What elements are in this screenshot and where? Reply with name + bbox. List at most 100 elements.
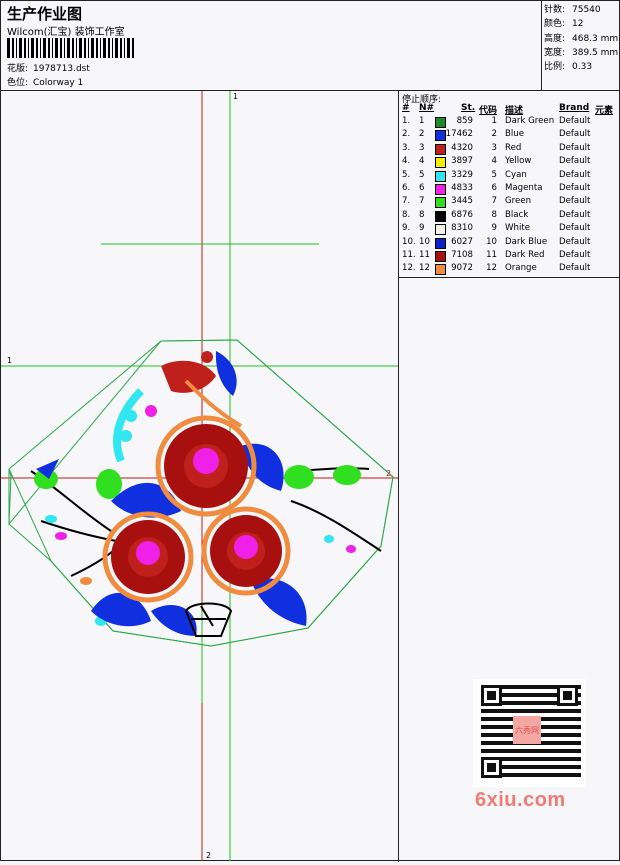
- cell-brand: Default: [559, 209, 591, 220]
- cell-code: 6: [491, 183, 497, 193]
- guide-label-top: 1: [233, 92, 238, 101]
- stat-width: 宽度: 389.5 mm: [544, 46, 618, 60]
- cell-brand: Default: [559, 169, 591, 180]
- cell-needle: 2: [419, 129, 425, 140]
- cell-brand: Default: [559, 263, 591, 274]
- color-swatch: [435, 170, 446, 182]
- stat-value: 468.3 mm: [572, 33, 619, 44]
- colorway-field: 色位: Colorway 1: [7, 75, 83, 88]
- color-swatch: [435, 264, 446, 276]
- cell-needle: 10: [419, 236, 430, 247]
- cell-stitches: 9072: [451, 263, 473, 274]
- cell-description: Dark Blue: [505, 236, 548, 247]
- color-swatch: [435, 224, 446, 236]
- flower-top: [155, 415, 257, 517]
- cell-needle: 7: [419, 196, 425, 207]
- stat-label: 比例:: [544, 62, 566, 73]
- cell-code: 4: [491, 156, 497, 167]
- stat-stitches: 针数: 75540: [544, 3, 618, 17]
- qr-code-card: 六秀网: [473, 679, 586, 787]
- table-row: 2. 2 17462 2 Blue Default: [399, 129, 620, 142]
- color-swatch: [435, 197, 446, 209]
- stat-scale: 比例: 0.33: [544, 60, 618, 74]
- design-preview: 1 1 2 2: [1, 91, 399, 862]
- cell-needle: 1: [419, 116, 425, 126]
- table-row: 6. 6 4833 6 Magenta Default: [399, 183, 620, 196]
- table-row: 8. 8 6876 8 Black Default: [399, 210, 620, 223]
- cell-brand: Default: [559, 156, 591, 167]
- table-row: 7. 7 3445 7 Green Default: [399, 196, 620, 209]
- cell-description: Dark Red: [505, 250, 545, 260]
- design-stats: 针数: 75540 颜色: 12 高度: 468.3 mm 宽度: 389.5 mm 比…: [544, 3, 618, 74]
- cell-stitches: 3329: [451, 169, 473, 180]
- stat-label: 宽度:: [544, 47, 566, 58]
- cell-stitches: 8310: [451, 223, 473, 234]
- cell-stitches: 7108: [451, 250, 473, 260]
- cell-code: 8: [491, 209, 497, 220]
- seal-text: 六秀网: [515, 725, 539, 735]
- cell-description: Blue: [505, 129, 525, 140]
- table-row: 5. 5 3329 5 Cyan Default: [399, 170, 620, 183]
- cell-hash: 3.: [402, 142, 411, 153]
- cell-brand: Default: [559, 196, 591, 207]
- cell-code: 10: [486, 236, 497, 247]
- page-title: 生产作业图: [7, 5, 83, 23]
- cell-brand: Default: [559, 250, 591, 260]
- color-swatch: [435, 251, 446, 262]
- cell-stitches: 3445: [451, 196, 473, 207]
- cell-description: Cyan: [505, 169, 527, 180]
- table-row: 4. 4 3897 4 Yellow Default: [399, 156, 620, 169]
- cell-needle: 12: [419, 263, 430, 274]
- cell-hash: 8.: [402, 209, 411, 220]
- cell-code: 5: [491, 169, 497, 180]
- cell-description: Yellow: [505, 156, 532, 167]
- col-element: 元素: [595, 106, 614, 116]
- table-row: 9. 9 8310 9 White Default: [399, 223, 620, 236]
- stat-value: 12: [572, 19, 584, 30]
- design-file-label: 花版:: [7, 64, 29, 74]
- stat-label: 颜色:: [544, 19, 566, 30]
- barcode-icon: [7, 38, 134, 58]
- flower-left: [102, 511, 194, 603]
- production-sheet: 生产作业图 Wilcom(汇宝) 装饰工作室 花版: 1978713.dst 色位…: [0, 0, 620, 862]
- col-needle: N#: [419, 103, 435, 113]
- col-brand: Brand: [559, 103, 590, 113]
- cell-description: Black: [505, 209, 529, 220]
- design-file-field: 花版: 1978713.dst: [7, 61, 90, 74]
- col-stitches: St.: [461, 103, 476, 113]
- cell-brand: Default: [559, 116, 591, 126]
- cell-description: White: [505, 223, 530, 234]
- cell-stitches: 6876: [451, 209, 473, 220]
- cell-hash: 10.: [402, 236, 416, 247]
- stat-label: 高度:: [544, 33, 566, 44]
- cell-brand: Default: [559, 223, 591, 234]
- color-swatch: [435, 210, 446, 222]
- header: 生产作业图 Wilcom(汇宝) 装饰工作室 花版: 1978713.dst 色位…: [1, 1, 620, 91]
- color-swatch: [435, 237, 446, 249]
- cell-brand: Default: [559, 236, 591, 247]
- cell-needle: 5: [419, 169, 425, 180]
- cell-brand: Default: [559, 183, 591, 193]
- flower-right: [201, 506, 291, 596]
- guide-label-right: 2: [386, 469, 391, 478]
- cell-code: 12: [486, 263, 497, 274]
- cell-needle: 3: [419, 142, 425, 153]
- stat-value: 389.5 mm: [572, 47, 619, 58]
- table-row: 3. 3 4320 3 Red Default: [399, 143, 620, 156]
- cell-hash: 4.: [402, 156, 411, 167]
- cell-hash: 7.: [402, 196, 411, 207]
- cell-brand: Default: [559, 142, 591, 153]
- table-row: 12. 12 9072 12 Orange Default: [399, 263, 620, 276]
- cell-needle: 8: [419, 209, 425, 220]
- cell-needle: 9: [419, 223, 425, 234]
- cell-hash: 12.: [402, 263, 416, 274]
- cell-hash: 11.: [402, 250, 416, 260]
- cell-stitches: 6027: [451, 236, 473, 247]
- guide-label-bottom: 2: [206, 851, 211, 860]
- color-swatch: [435, 143, 446, 155]
- cell-stitches: 4320: [451, 142, 473, 153]
- cell-stitches: 859: [456, 116, 473, 126]
- cell-code: 3: [491, 142, 497, 153]
- cell-hash: 2.: [402, 129, 411, 140]
- cell-stitches: 17462: [445, 129, 473, 140]
